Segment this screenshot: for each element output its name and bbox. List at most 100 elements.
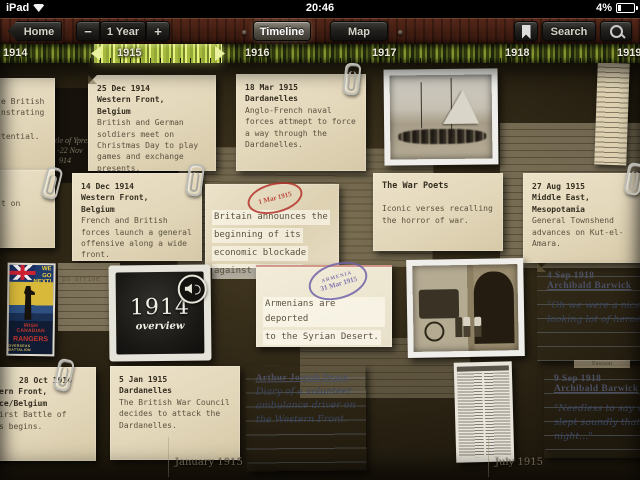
event-card-war-poets[interactable]: The War Poets Iconic verses recalling th… xyxy=(373,173,503,251)
tab-timeline[interactable]: Timeline xyxy=(253,21,311,41)
background-text: tle of Ypres xyxy=(55,136,90,145)
event-body: t on xyxy=(1,198,46,209)
event-body: The British War Council decides to attac… xyxy=(119,397,231,431)
event-body: e British xyxy=(1,96,46,107)
app-screen: iPad 20:46 4% Home − 1 Year + Timeline M… xyxy=(0,0,640,480)
search-icon-button[interactable] xyxy=(600,21,632,41)
month-tick xyxy=(168,437,169,477)
year-label: 1917 xyxy=(372,47,396,59)
event-card-general-offensive[interactable]: 14 Dec 1914 Western Front, Belgium Frenc… xyxy=(72,173,202,261)
event-title: The War Poets xyxy=(382,181,494,192)
soldier-silhouette-icon xyxy=(21,286,35,320)
bookmark-icon xyxy=(522,25,531,39)
year-label: 1914 xyxy=(3,47,27,59)
year-label: 1915 xyxy=(117,47,141,59)
year-label: 1919 xyxy=(617,47,640,59)
event-body: economic blockade xyxy=(212,246,308,261)
photo-image xyxy=(412,264,518,352)
year-ruler[interactable]: 1914 1915 1916 1917 1918 1919 xyxy=(0,44,640,63)
bookmark-button[interactable] xyxy=(514,21,538,41)
ruler-selection[interactable] xyxy=(94,44,222,63)
month-label-january: January 1915 xyxy=(175,457,243,468)
poster-art xyxy=(9,282,54,323)
photo-detail xyxy=(455,317,462,337)
search-button[interactable]: Search xyxy=(542,21,596,41)
battery-percent: 4% xyxy=(596,2,612,14)
month-label-july: July 1915 xyxy=(495,457,543,468)
event-body: tential. xyxy=(1,131,46,142)
event-body: irst Battle of xyxy=(0,409,87,420)
photo-card-tents[interactable] xyxy=(384,68,499,165)
poster-text: RANGERS xyxy=(13,335,48,342)
range-handle-right-icon[interactable] xyxy=(215,46,225,61)
event-card-ypres[interactable]: 28 Oct 1914 ern Front, ce/Belgium irst B… xyxy=(0,367,96,461)
event-body: Armenians are deported xyxy=(263,297,385,327)
background-text: ps arrive xyxy=(62,275,100,283)
timeline-board[interactable]: tle of Ypres -22 Nov 914 Ari Burn e Brit… xyxy=(0,63,640,480)
event-body: nstrating xyxy=(1,107,46,118)
diary-date: 4 Sep 1918 xyxy=(547,271,640,281)
home-button[interactable]: Home xyxy=(8,21,62,41)
photo-detail xyxy=(474,317,481,337)
diary-card-dease[interactable]: Arthur Joseph Dease Diary of a volunteer… xyxy=(246,364,367,471)
diary-quote: "Oh we were a nice looking lot of heroes… xyxy=(547,299,640,327)
photo-card-wagon[interactable] xyxy=(406,258,525,358)
poster-card-irish-canadian-rangers[interactable]: WE GO NEXT! IRISH CANADIAN RANGERS OVERS… xyxy=(6,263,55,357)
event-place: ern Front, xyxy=(0,386,87,397)
audio-speaker-icon[interactable] xyxy=(178,275,207,304)
event-card-partial[interactable]: e British nstrating tential. xyxy=(0,78,55,170)
screw-dot xyxy=(398,30,403,35)
diary-author: Arthur Joseph Dease xyxy=(256,373,356,384)
tab-map[interactable]: Map xyxy=(330,21,388,41)
event-place: Middle East, xyxy=(532,192,638,203)
photo-detail xyxy=(398,128,486,144)
event-date: 27 Aug 1915 xyxy=(532,181,638,192)
diary-quote: "Needless to say we slept soundly that n… xyxy=(554,402,640,444)
photo-detail xyxy=(420,82,421,128)
event-body: General Townshend advances on Kut-el-Ama… xyxy=(532,215,638,249)
event-place: Belgium xyxy=(97,106,207,117)
diary-date: 9 Sep 1918 xyxy=(554,374,640,384)
newspaper-card[interactable] xyxy=(454,361,515,462)
diary-quote: Diary of a volunteer ambulance driver on… xyxy=(256,385,356,428)
diary-author: Archibald Barwick xyxy=(547,281,640,291)
event-date: 18 Mar 1915 xyxy=(245,82,357,93)
event-card-war-council[interactable]: 5 Jan 1915 Dardanelles The British War C… xyxy=(110,366,240,460)
toolbar: Home − 1 Year + Timeline Map Search xyxy=(0,18,640,44)
photo-image xyxy=(390,74,493,159)
zoom-in-button[interactable]: + xyxy=(146,21,170,41)
diary-card-barwick-9sep[interactable]: 9 Sep 1918 Archibald Barwick "Needless t… xyxy=(544,366,640,458)
background-text: 914 xyxy=(59,156,71,165)
event-card-christmas-truce[interactable]: 25 Dec 1914 Western Front, Belgium Briti… xyxy=(88,75,216,171)
photo-detail xyxy=(419,289,459,319)
poster-footer: IRISH CANADIAN RANGERS OVERSEAS BATTALIO… xyxy=(8,321,52,355)
overview-card-1914[interactable]: 1914 overview xyxy=(109,264,212,361)
paperclip-icon xyxy=(342,62,361,95)
newspaper-headline xyxy=(457,365,509,371)
background-text: -22 Nov xyxy=(57,146,83,155)
event-body: to the Syrian Desert. xyxy=(263,330,381,345)
screw-dot xyxy=(242,30,247,35)
newspaper-columns xyxy=(457,372,511,457)
event-place: ce/Belgium xyxy=(0,398,87,409)
event-date: 14 Dec 1914 xyxy=(81,181,193,192)
zoom-out-button[interactable]: − xyxy=(76,21,100,41)
time-range-display[interactable]: 1 Year xyxy=(100,21,146,41)
event-body: Iconic verses recalling the horror of wa… xyxy=(382,203,494,226)
magnifier-icon xyxy=(610,25,623,38)
event-date: 5 Jan 1915 xyxy=(119,374,231,385)
range-handle-left-icon[interactable] xyxy=(91,46,101,61)
diary-author: Archibald Barwick xyxy=(554,384,640,394)
clock: 20:46 xyxy=(0,2,640,14)
event-place: Dardanelles xyxy=(245,93,357,104)
event-card-kut-el-amara[interactable]: 27 Aug 1915 Middle East, Mesopotamia Gen… xyxy=(523,173,640,263)
manuscript-card[interactable] xyxy=(594,62,630,165)
photo-detail xyxy=(424,321,444,341)
poster-text: IRISH CANADIAN xyxy=(9,323,53,335)
diary-card-barwick-4sep[interactable]: 4 Sep 1918 Archibald Barwick "Oh we were… xyxy=(537,263,640,361)
event-place: Western Front, xyxy=(97,94,207,105)
event-body: beginning of its xyxy=(212,228,303,243)
photo-detail xyxy=(443,90,479,124)
event-body: s begins. xyxy=(0,421,87,432)
month-tick xyxy=(488,437,489,477)
